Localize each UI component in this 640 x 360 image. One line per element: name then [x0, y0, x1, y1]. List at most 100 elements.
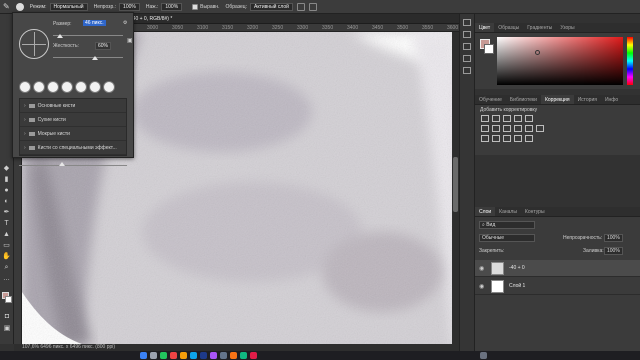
hue-slider[interactable] [627, 37, 633, 85]
layer-opacity-field[interactable]: 100% [604, 234, 623, 242]
threshold-icon[interactable] [503, 135, 511, 142]
tab-patterns[interactable]: Узоры [556, 23, 578, 32]
hardness-slider-knob[interactable] [92, 56, 98, 60]
quick-mask-icon[interactable]: ◘ [2, 312, 12, 321]
safari-icon[interactable] [190, 352, 197, 359]
opacity-field[interactable]: 100% [119, 2, 140, 11]
layer-row[interactable]: ◉ -40 + 0 [475, 260, 640, 277]
pressure-field[interactable]: 100% [161, 2, 183, 11]
brush-settings-icon[interactable] [463, 43, 471, 50]
exposure-icon[interactable] [514, 115, 522, 122]
size-value-field[interactable]: 46 пикс. [83, 20, 106, 26]
channel-mixer-icon[interactable] [525, 125, 533, 132]
brush-tip[interactable] [33, 81, 45, 93]
brush-tip[interactable] [89, 81, 101, 93]
blend-mode-select[interactable]: Обычные [479, 234, 535, 242]
photo-filter-icon[interactable] [514, 125, 522, 132]
ignore-adjustment-icon[interactable] [296, 2, 305, 11]
size-slider-knob[interactable] [57, 34, 63, 38]
hue-saturation-icon[interactable] [481, 125, 489, 132]
brush-tip[interactable] [47, 81, 59, 93]
invert-icon[interactable] [481, 135, 489, 142]
app-icon[interactable] [250, 352, 257, 359]
preview-slider[interactable] [19, 165, 127, 166]
app-icon[interactable] [240, 352, 247, 359]
blur-tool-icon[interactable]: ● [2, 186, 12, 195]
background-color-swatch[interactable] [5, 296, 12, 303]
color-field[interactable] [497, 37, 623, 85]
hardness-value-field[interactable]: 60% [95, 42, 112, 50]
size-slider[interactable] [53, 35, 123, 36]
scroll-thumb[interactable] [453, 157, 458, 212]
character-panel-icon[interactable] [463, 55, 471, 62]
brush-tip[interactable] [75, 81, 87, 93]
finder-icon[interactable] [140, 352, 147, 359]
tab-swatches[interactable]: Образцы [494, 23, 523, 32]
tab-history[interactable]: История [574, 95, 601, 104]
tab-libraries[interactable]: Библиотеки [506, 95, 541, 104]
settings-gear-icon[interactable]: ⚙ [123, 20, 127, 26]
app-icon[interactable] [210, 352, 217, 359]
paragraph-panel-icon[interactable] [463, 67, 471, 74]
vibrance-icon[interactable] [525, 115, 533, 122]
sample-select[interactable]: Активный слой [249, 2, 293, 11]
brush-tool-icon[interactable]: ✎ [3, 2, 10, 11]
screen-mode-icon[interactable]: ▣ [2, 324, 12, 333]
curves-icon[interactable] [503, 115, 511, 122]
dodge-tool-icon[interactable]: ◐ [2, 197, 12, 206]
hand-tool-icon[interactable]: ✋ [2, 252, 12, 261]
brush-tip[interactable] [61, 81, 73, 93]
tab-info[interactable]: Инфо [601, 95, 622, 104]
type-tool-icon[interactable]: T [2, 219, 12, 228]
music-icon[interactable] [170, 352, 177, 359]
reset-icon[interactable]: ▣ [127, 37, 133, 44]
color-balance-icon[interactable] [492, 125, 500, 132]
hardness-slider[interactable] [53, 57, 123, 58]
more-tools-icon[interactable]: … [2, 274, 12, 283]
layer-row[interactable]: ◉ Слой 1 [475, 278, 640, 295]
eye-icon[interactable]: ◉ [479, 265, 484, 272]
brush-folder[interactable]: › Сухие кисти [20, 113, 126, 127]
pressure-size-icon[interactable] [308, 2, 317, 11]
align-checkbox[interactable] [192, 3, 199, 10]
brush-folder[interactable]: › Мокрые кисти [20, 127, 126, 141]
levels-icon[interactable] [492, 115, 500, 122]
history-panel-icon[interactable] [463, 19, 471, 26]
fill-field[interactable]: 100% [604, 247, 623, 255]
gradient-map-icon[interactable] [514, 135, 522, 142]
tab-paths[interactable]: Контуры [521, 207, 549, 216]
tab-adjustments[interactable]: Коррекция [540, 95, 574, 104]
selective-color-icon[interactable] [525, 135, 533, 142]
photoshop-icon[interactable] [200, 352, 207, 359]
background-color-chip[interactable] [484, 44, 494, 54]
app-icon[interactable] [230, 352, 237, 359]
tab-learn[interactable]: Обучение [475, 95, 506, 104]
pen-tool-icon[interactable]: ✒ [2, 208, 12, 217]
brush-angle-preview[interactable] [19, 29, 49, 59]
layer-filter-select[interactable]: ⌕ Вид [479, 221, 535, 229]
color-lookup-icon[interactable] [536, 125, 544, 132]
launchpad-icon[interactable] [150, 352, 157, 359]
color-picker-marker[interactable] [535, 50, 540, 55]
preview-slider-knob[interactable] [59, 162, 65, 166]
black-white-icon[interactable] [503, 125, 511, 132]
posterize-icon[interactable] [492, 135, 500, 142]
brightness-icon[interactable] [481, 115, 489, 122]
eraser-tool-icon[interactable]: ◆ [2, 164, 12, 173]
notes-icon[interactable] [180, 352, 187, 359]
messages-icon[interactable] [160, 352, 167, 359]
gradient-tool-icon[interactable]: ▮ [2, 175, 12, 184]
eye-icon[interactable]: ◉ [479, 283, 484, 290]
mode-select[interactable]: Нормальный [49, 2, 88, 11]
brush-tip[interactable] [103, 81, 115, 93]
brush-folder[interactable]: › Кисти со специальными эффект... [20, 141, 126, 155]
tab-gradients[interactable]: Градиенты [523, 23, 556, 32]
tab-color[interactable]: Цвет [475, 23, 495, 32]
properties-panel-icon[interactable] [463, 31, 471, 38]
brush-tip[interactable] [19, 81, 31, 93]
brush-preset-picker[interactable] [15, 2, 24, 11]
zoom-tool-icon[interactable]: ⌕ [2, 263, 12, 272]
trash-icon[interactable] [480, 352, 487, 359]
vertical-scrollbar[interactable] [452, 32, 459, 344]
path-select-tool-icon[interactable]: ▲ [2, 230, 12, 239]
